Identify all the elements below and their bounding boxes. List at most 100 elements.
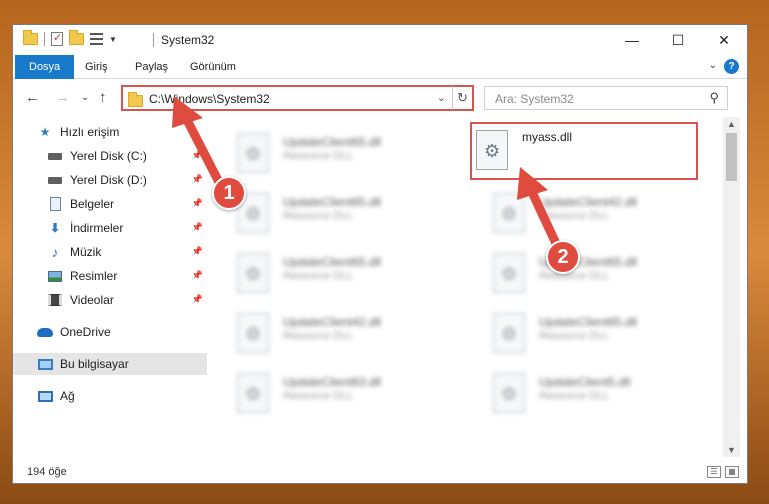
tab-share[interactable]: Paylaş: [135, 55, 168, 79]
back-arrow-icon[interactable]: ←: [25, 89, 40, 106]
sidebar-item-pictures[interactable]: Resimler 📌: [13, 265, 207, 287]
tab-home[interactable]: Giriş: [85, 55, 108, 79]
refresh-icon[interactable]: ↻: [452, 85, 474, 111]
sidebar-item-quick-access[interactable]: ★ Hızlı erişim: [13, 121, 207, 143]
file-item[interactable]: UpdateClient65.dll Resource DLL: [213, 125, 449, 181]
file-name: UpdateClient42.dll: [539, 195, 638, 209]
item-count: 194 öğe: [27, 466, 67, 478]
file-item[interactable]: UpdateClient65.dll Resource DLL: [213, 245, 449, 301]
sidebar-item-network[interactable]: Ağ: [13, 385, 207, 407]
annotation-badge-2: 2: [546, 240, 580, 274]
large-icons-view-icon[interactable]: ▦: [725, 466, 739, 478]
up-arrow-icon[interactable]: ↑: [99, 89, 107, 106]
expand-ribbon-chevron-down-icon[interactable]: ⌄: [709, 60, 717, 71]
scroll-down-arrow-icon[interactable]: ▼: [727, 445, 736, 455]
file-name: UpdateClient65.dll: [539, 315, 638, 329]
dll-file-icon: [493, 313, 529, 355]
file-item-selected[interactable]: myass.dll: [470, 122, 698, 180]
sidebar-item-label: Yerel Disk (D:): [70, 173, 147, 187]
dll-file-icon: [237, 373, 273, 415]
annotation-badge-1: 1: [212, 176, 246, 210]
file-item[interactable]: UpdateClient65.dll Resource DLL: [469, 305, 705, 361]
videos-icon: [47, 293, 63, 307]
sidebar-item-downloads[interactable]: ⬇ İndirmeler 📌: [13, 217, 207, 239]
file-item[interactable]: UpdateClient63.dll Resource DLL: [213, 365, 449, 421]
file-name: myass.dll: [522, 130, 573, 144]
tab-file[interactable]: Dosya: [15, 55, 75, 79]
file-type: Resource DLL: [539, 390, 610, 402]
file-type: Resource DLL: [283, 210, 354, 222]
address-path[interactable]: C:\Windows\System32: [149, 92, 270, 106]
star-icon: ★: [39, 125, 51, 139]
file-explorer-window: ▼ System32 — ☐ ✕ Dosya Giriş Paylaş Görü…: [12, 24, 748, 484]
sidebar-item-local-disk-d[interactable]: Yerel Disk (D:) 📌: [13, 169, 207, 191]
network-icon: [37, 389, 53, 403]
file-name: UpdateClient42.dll: [283, 315, 382, 329]
file-name: UpdateClient5.dll: [539, 375, 631, 389]
new-folder-icon[interactable]: [69, 30, 84, 45]
file-item[interactable]: UpdateClient42.dll Resource DLL: [469, 185, 705, 241]
navigation-bar: ← → ⌄ ↑ C:\Windows\System32 ⌄ ↻ Ara: Sys…: [13, 81, 747, 115]
sidebar-item-documents[interactable]: Belgeler 📌: [13, 193, 207, 215]
file-name: UpdateClient65.dll: [283, 255, 382, 269]
search-input[interactable]: Ara: System32 ⚲: [484, 86, 728, 110]
drive-icon: [47, 149, 63, 163]
sidebar-item-this-pc[interactable]: Bu bilgisayar: [13, 353, 207, 375]
search-icon[interactable]: ⚲: [709, 90, 719, 106]
ribbon-tabs: Dosya Giriş Paylaş Görünüm ⌄ ?: [13, 55, 747, 79]
sidebar-item-music[interactable]: ♪ Müzik 📌: [13, 241, 207, 263]
file-type: Resource DLL: [539, 270, 610, 282]
scroll-up-arrow-icon[interactable]: ▲: [727, 119, 736, 129]
file-item[interactable]: UpdateClient65.dll Resource DLL: [469, 245, 705, 301]
pin-icon[interactable]: 📌: [192, 174, 203, 185]
sidebar-item-label: Videolar: [70, 293, 114, 307]
properties-icon[interactable]: [51, 31, 63, 46]
recent-locations-chevron-down-icon[interactable]: ⌄: [81, 92, 89, 103]
view-icon[interactable]: [90, 33, 103, 45]
pictures-icon: [47, 269, 63, 283]
vertical-scrollbar[interactable]: ▲ ▼: [723, 117, 740, 457]
maximize-button[interactable]: ☐: [655, 25, 701, 55]
sidebar-item-label: Bu bilgisayar: [60, 357, 129, 371]
window-controls: — ☐ ✕: [609, 25, 747, 55]
help-button[interactable]: ?: [724, 59, 739, 74]
sidebar-item-local-disk-c[interactable]: Yerel Disk (C:) 📌: [13, 145, 207, 167]
dll-file-icon: [476, 130, 512, 172]
file-type: Resource DLL: [283, 390, 354, 402]
address-history-chevron-down-icon[interactable]: ⌄: [437, 91, 446, 104]
navigation-pane: ★ Hızlı erişim Yerel Disk (C:) 📌 Yerel D…: [13, 117, 207, 457]
scrollbar-thumb[interactable]: [726, 133, 737, 181]
sidebar-item-label: Belgeler: [70, 197, 115, 211]
forward-arrow-icon[interactable]: →: [55, 89, 70, 106]
sidebar-item-label: Müzik: [70, 245, 102, 259]
pin-icon[interactable]: 📌: [192, 246, 203, 257]
pin-icon[interactable]: 📌: [192, 150, 203, 161]
close-button[interactable]: ✕: [701, 25, 747, 55]
file-type: Resource DLL: [283, 270, 354, 282]
customize-toolbar-chevron-down-icon[interactable]: ▼: [109, 35, 117, 44]
file-item[interactable]: UpdateClient5.dll Resource DLL: [469, 365, 705, 421]
pin-icon[interactable]: 📌: [192, 294, 203, 305]
pin-icon[interactable]: 📌: [192, 198, 203, 209]
sidebar-item-label: OneDrive: [60, 325, 111, 339]
drive-icon: [47, 173, 63, 187]
address-bar[interactable]: C:\Windows\System32 ⌄: [121, 85, 472, 111]
pin-icon[interactable]: 📌: [192, 222, 203, 233]
tab-view[interactable]: Görünüm: [190, 55, 236, 79]
file-item[interactable]: UpdateClient65.dll Resource DLL: [213, 185, 449, 241]
title-separator: [153, 33, 154, 47]
folder-icon: [23, 30, 38, 45]
file-item[interactable]: UpdateClient42.dll Resource DLL: [213, 305, 449, 361]
pin-icon[interactable]: 📌: [192, 270, 203, 281]
toolbar-separator: [44, 32, 45, 46]
dll-file-icon: [237, 253, 273, 295]
sidebar-item-onedrive[interactable]: OneDrive: [13, 321, 207, 343]
minimize-button[interactable]: —: [609, 25, 655, 55]
sidebar-item-videos[interactable]: Videolar 📌: [13, 289, 207, 311]
sidebar-item-label: Yerel Disk (C:): [70, 149, 147, 163]
downloads-icon: ⬇: [49, 221, 61, 235]
details-view-icon[interactable]: ☰: [707, 466, 721, 478]
address-folder-icon: [128, 92, 143, 107]
file-type: Resource DLL: [539, 210, 610, 222]
file-list: UpdateClient65.dll Resource DLL myass.dl…: [213, 117, 723, 457]
